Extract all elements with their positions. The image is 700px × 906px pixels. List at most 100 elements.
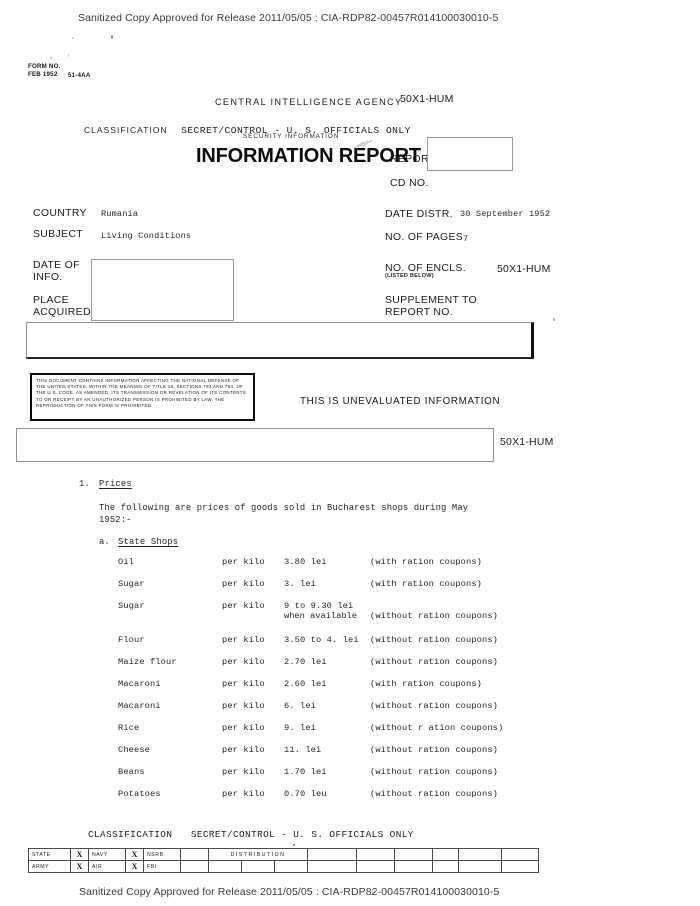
- place-acquired-label: PLACE ACQUIRED: [33, 294, 91, 318]
- price-unit: per kilo: [222, 701, 265, 711]
- classification-line-bottom: CLASSIFICATION SECRET/CONTROL - U. S. OF…: [88, 824, 414, 842]
- form-stamp-code: 51-4AA: [68, 72, 91, 80]
- distribution-header-label: DISTRIBUTION: [208, 848, 308, 861]
- supplement-label-line2: REPORT NO.: [385, 305, 453, 318]
- classification-label-bottom: CLASSIFICATION: [88, 829, 173, 840]
- redaction-box-upper[interactable]: [26, 322, 534, 359]
- form-stamp-line1: FORM NO.: [28, 63, 61, 71]
- dist-cell-blank[interactable]: [356, 860, 395, 873]
- dist-cell-blank[interactable]: [241, 860, 275, 873]
- price-coupon-note: (with ration coupons): [370, 579, 483, 589]
- table-row: STATE X NAVY X NSRB DISTRIBUTION: [28, 848, 539, 861]
- subsection-title: State Shops: [118, 537, 179, 547]
- distribution-table: STATE X NAVY X NSRB DISTRIBUTION ARMY X …: [28, 848, 539, 873]
- price-unit: per kilo: [222, 657, 265, 667]
- dist-cell-blank[interactable]: [356, 848, 395, 861]
- dist-cell-blank[interactable]: [208, 860, 242, 873]
- price-amount: 2.70 lei: [284, 657, 327, 667]
- country-value[interactable]: Rumania: [101, 209, 138, 219]
- dist-cell-state: STATE: [28, 848, 71, 861]
- dist-check-nsrb[interactable]: [180, 848, 209, 861]
- no-of-pages-value[interactable]: 7: [463, 234, 468, 244]
- scan-speck: [293, 844, 295, 846]
- classification-label-top: CLASSIFICATION: [84, 125, 168, 135]
- date-distr-label: DATE DISTR.: [385, 208, 453, 220]
- price-amount: 3.80 lei: [284, 557, 327, 567]
- price-item-name: Flour: [118, 635, 145, 645]
- dist-cell-blank[interactable]: [501, 848, 539, 861]
- dist-cell-blank[interactable]: [394, 860, 433, 873]
- dist-cell-blank[interactable]: [432, 848, 459, 861]
- dist-check-navy[interactable]: X: [125, 848, 144, 861]
- table-row: ARMY X AIR X FBI: [28, 860, 539, 873]
- price-coupon-note: (without ration coupons): [370, 657, 499, 667]
- price-list: Oil per kilo 3.80 lei (with ration coupons)…: [118, 557, 538, 807]
- intro-line-2: 1952:-: [99, 515, 132, 525]
- scan-speck: [553, 318, 555, 321]
- form-stamp-line2: FEB 1952: [28, 70, 58, 78]
- price-unit: per kilo: [222, 601, 265, 611]
- cd-number-label: CD NO.: [390, 177, 429, 189]
- price-amount: 0.70 leu: [284, 789, 327, 799]
- price-unit: per kilo: [222, 579, 265, 589]
- dist-cell-nsrb: NSRB: [143, 848, 181, 861]
- espionage-warning-box: THIS DOCUMENT CONTAINS INFORMATION AFFEC…: [30, 373, 255, 421]
- report-number-field[interactable]: [427, 137, 513, 171]
- classification-value-bottom: SECRET/CONTROL - U. S. OFFICIALS ONLY: [190, 829, 414, 840]
- dist-cell-blank[interactable]: [307, 860, 357, 873]
- subject-value[interactable]: Living Conditions: [101, 231, 191, 241]
- dist-check-fbi[interactable]: [180, 860, 209, 873]
- price-item-name: Macaroni: [118, 701, 161, 711]
- section-number: 1.: [79, 479, 90, 489]
- price-amount: 2.60 lei: [284, 679, 327, 689]
- price-unit: per kilo: [222, 557, 265, 567]
- security-information-subtitle: SECURITY INFORMATION: [243, 133, 340, 140]
- dist-cell-navy: NAVY: [88, 848, 126, 861]
- price-item-name: Oil: [118, 557, 135, 567]
- date-place-field-box[interactable]: [91, 259, 234, 321]
- redaction-box-lower[interactable]: [16, 428, 494, 462]
- agency-name: CENTRAL INTELLIGENCE AGENCY: [215, 97, 403, 107]
- price-coupon-note: (with ration coupons): [370, 679, 483, 689]
- price-item-name: Potatoes: [118, 789, 161, 799]
- dist-cell-blank[interactable]: [274, 860, 308, 873]
- dist-cell-air: AIR: [88, 860, 126, 873]
- dist-cell-blank[interactable]: [458, 848, 502, 861]
- subsection-letter: a.: [99, 537, 110, 547]
- dist-cell-blank[interactable]: [432, 860, 459, 873]
- price-item-name: Sugar: [118, 601, 145, 611]
- scan-speck: [50, 57, 52, 59]
- form-number-stamp: FORM NO. FEB 1952 51-4AA: [28, 62, 91, 80]
- no-of-encls-sublabel: (LISTED BELOW): [385, 273, 434, 279]
- price-item-name: Maize flour: [118, 657, 177, 667]
- price-unit: per kilo: [222, 789, 265, 799]
- espionage-warning-text: THIS DOCUMENT CONTAINS INFORMATION AFFEC…: [36, 378, 247, 408]
- price-amount: 3. lei: [284, 579, 317, 589]
- dist-cell-blank[interactable]: [501, 860, 539, 873]
- declassification-marking-redaction: 50X1-HUM: [500, 436, 554, 448]
- price-amount: 6. lei: [284, 701, 317, 711]
- dist-check-air[interactable]: X: [125, 860, 144, 873]
- date-of-info-label: DATE OF INFO.: [33, 259, 80, 283]
- dist-cell-blank[interactable]: [394, 848, 433, 861]
- scan-speck: [72, 37, 74, 39]
- date-distr-value[interactable]: 30 September 1952: [460, 209, 550, 219]
- price-amount: 11. lei: [284, 745, 322, 755]
- document-page: Sanitized Copy Approved for Release 2011…: [0, 0, 700, 906]
- dist-cell-army: ARMY: [28, 860, 71, 873]
- price-item-name: Cheese: [118, 745, 151, 755]
- price-coupon-note: (without ration coupons): [370, 611, 499, 621]
- price-unit: per kilo: [222, 745, 265, 755]
- dist-check-state[interactable]: X: [70, 848, 89, 861]
- dist-check-army[interactable]: X: [70, 860, 89, 873]
- price-availability-note: when available: [284, 611, 357, 621]
- date-of-info-label-line2: INFO.: [33, 270, 63, 283]
- dist-cell-blank[interactable]: [307, 848, 357, 861]
- price-item-name: Macaroni: [118, 679, 161, 689]
- declassification-marking-top: 50X1-HUM: [400, 93, 454, 105]
- dist-cell-blank[interactable]: [458, 860, 502, 873]
- price-coupon-note: (with ration coupons): [370, 557, 483, 567]
- price-unit: per kilo: [222, 767, 265, 777]
- price-amount: 3.50 to 4. lei: [284, 635, 359, 645]
- price-amount: 1.70 lei: [284, 767, 327, 777]
